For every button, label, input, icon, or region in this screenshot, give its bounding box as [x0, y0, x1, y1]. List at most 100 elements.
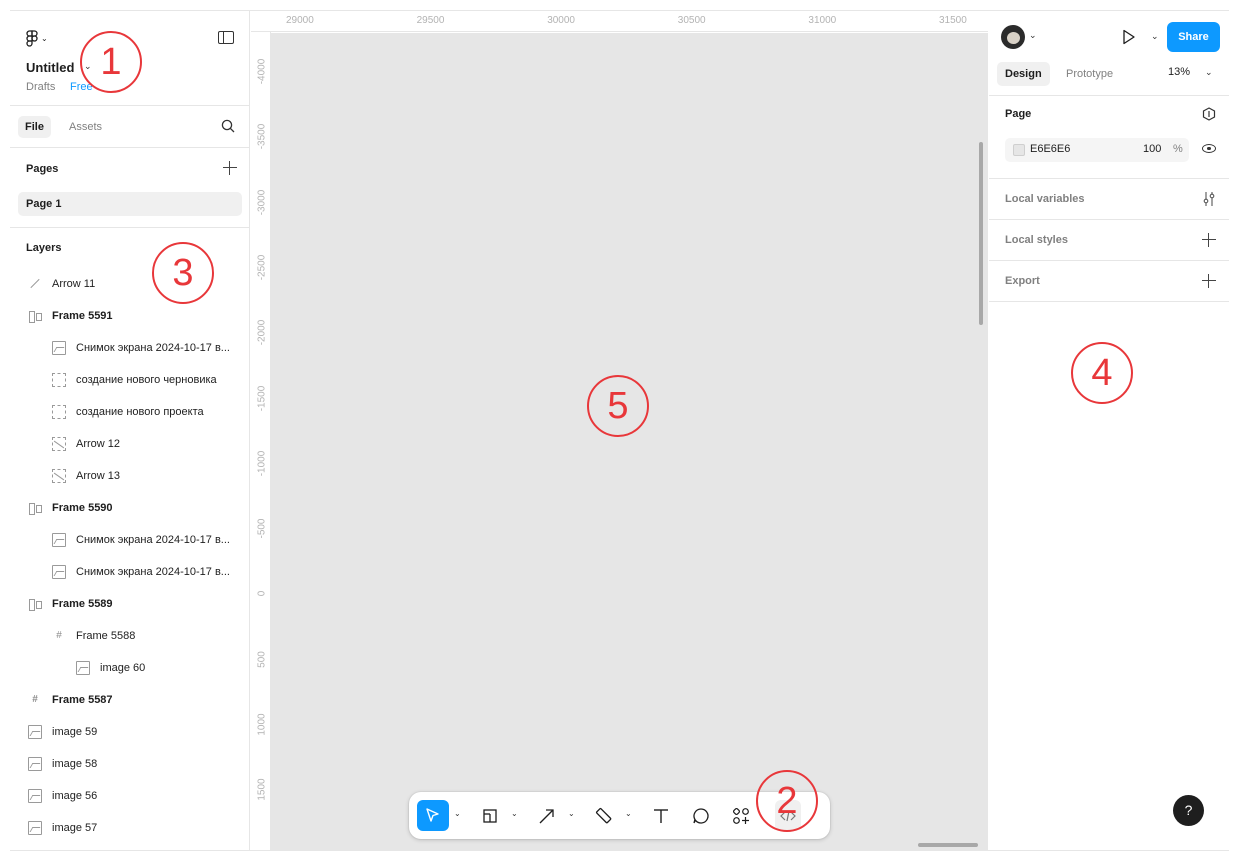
ruler-tick-label: -3000 — [256, 189, 268, 215]
color-swatch[interactable] — [1013, 144, 1025, 156]
frame-tool-button[interactable] — [477, 800, 503, 831]
chevron-down-icon[interactable]: ⌄ — [568, 809, 575, 818]
pen-icon — [595, 807, 612, 823]
ruler-tick-label: -2500 — [256, 254, 268, 281]
frame-icon: # — [56, 630, 62, 641]
canvas[interactable] — [271, 33, 988, 850]
annotation-1: 1 — [80, 31, 142, 93]
page-item[interactable]: Page 1 — [18, 192, 242, 216]
avatar[interactable] — [1001, 25, 1025, 49]
layer-row[interactable]: Arrow 13 — [10, 460, 249, 492]
eye-icon[interactable] — [1202, 144, 1216, 153]
add-page-icon[interactable] — [223, 161, 237, 175]
frame-icon — [483, 808, 497, 823]
annotation-2: 2 — [756, 770, 818, 832]
layers-title: Layers — [26, 242, 62, 254]
layer-row[interactable]: Снимок экрана 2024-10-17 в... — [10, 332, 249, 364]
layer-row[interactable]: Arrow 12 — [10, 428, 249, 460]
annotation-3: 3 — [152, 242, 214, 304]
frame-icon: # — [32, 694, 38, 705]
pen-tool-button[interactable] — [591, 800, 617, 831]
page-color-hex[interactable]: E6E6E6 — [1030, 143, 1070, 155]
ruler-left: -4000 -3500 -3000 -2500 -2000 -1500 -1000 -500 0… — [251, 32, 271, 850]
pages-section: Pages Page 1 — [10, 148, 249, 228]
page-color-field[interactable]: E6E6E6 100 % — [1005, 138, 1189, 162]
file-location[interactable]: Drafts — [26, 81, 55, 93]
layer-row[interactable]: создание нового черновика — [10, 364, 249, 396]
layer-row[interactable]: Снимок экрана 2024-10-17 в... — [10, 556, 249, 588]
arrow-icon — [52, 469, 66, 483]
chevron-down-icon[interactable]: ⌄ — [511, 809, 518, 818]
tab-file[interactable]: File — [18, 116, 51, 138]
arrow-icon — [52, 437, 66, 451]
page-opacity[interactable]: 100 — [1143, 143, 1161, 155]
add-style-icon[interactable] — [1202, 233, 1216, 247]
layer-row[interactable]: # Frame 5587 — [10, 684, 249, 716]
layer-row[interactable]: image 60 — [10, 652, 249, 684]
actions-tool-button[interactable] — [728, 800, 754, 831]
figma-logo-icon — [26, 29, 38, 47]
add-export-icon[interactable] — [1202, 274, 1216, 288]
left-tabs: File Assets — [10, 106, 249, 148]
chevron-down-icon[interactable]: ⌄ — [454, 809, 461, 818]
layer-row[interactable]: # Frame 5588 — [10, 620, 249, 652]
layer-row[interactable]: Frame 5589 — [10, 588, 249, 620]
zoom-level[interactable]: 13% — [1168, 66, 1190, 78]
divider — [989, 219, 1229, 220]
layer-row[interactable]: Frame 5591 — [10, 300, 249, 332]
layer-row[interactable]: image 59 — [10, 716, 249, 748]
cursor-icon — [426, 807, 439, 822]
export-title[interactable]: Export — [1005, 275, 1040, 287]
page-section-title: Page — [1005, 108, 1032, 120]
comment-icon — [693, 807, 709, 824]
chevron-down-icon: ⌄ — [41, 33, 48, 43]
chevron-down-icon[interactable]: ⌄ — [1151, 31, 1159, 42]
arrow-tool-button[interactable] — [534, 800, 560, 831]
layer-row[interactable]: Arrow 11 — [10, 268, 249, 300]
share-button[interactable]: Share — [1167, 22, 1220, 52]
ruler-tick-label: 1500 — [256, 778, 268, 801]
tab-design[interactable]: Design — [997, 62, 1050, 86]
horizontal-scrollbar[interactable] — [918, 843, 978, 847]
layer-row[interactable]: image 58 — [10, 748, 249, 780]
main-menu-button[interactable]: ⌄ — [26, 29, 54, 47]
file-title[interactable]: Untitled — [26, 60, 74, 75]
ruler-tick-label: -3500 — [256, 124, 268, 150]
vertical-scrollbar[interactable] — [979, 142, 983, 325]
layer-row[interactable]: создание нового проекта — [10, 396, 249, 428]
sliders-icon[interactable] — [1202, 191, 1216, 207]
local-variables-title[interactable]: Local variables — [1005, 193, 1085, 205]
sidebar-toggle-icon[interactable] — [218, 31, 234, 44]
image-icon — [28, 757, 42, 771]
image-icon — [76, 661, 90, 675]
shield-icon[interactable] — [1202, 107, 1216, 121]
layer-label: image 60 — [100, 662, 146, 674]
local-styles-title[interactable]: Local styles — [1005, 234, 1068, 246]
layer-label: Frame 5589 — [52, 598, 113, 610]
chevron-down-icon[interactable]: ⌄ — [1029, 30, 1037, 41]
layer-row[interactable]: image 57 — [10, 812, 249, 844]
layer-label: Arrow 13 — [76, 470, 121, 482]
chevron-down-icon[interactable]: ⌄ — [625, 809, 632, 818]
comment-tool-button[interactable] — [688, 800, 714, 831]
chevron-down-icon[interactable]: ⌄ — [1205, 67, 1213, 78]
tab-assets[interactable]: Assets — [62, 116, 109, 138]
ruler-tick-label: -1000 — [256, 450, 268, 477]
text-tool-button[interactable] — [648, 800, 674, 831]
ruler-tick-label: -500 — [256, 518, 268, 539]
image-icon — [28, 789, 42, 803]
ruler-tick-label: 0 — [256, 591, 268, 597]
play-icon[interactable] — [1122, 29, 1136, 45]
layer-row[interactable]: Снимок экрана 2024-10-17 в... — [10, 524, 249, 556]
tab-prototype[interactable]: Prototype — [1058, 62, 1121, 86]
pages-title: Pages — [26, 163, 59, 175]
ruler-tick-label: 1000 — [256, 713, 268, 736]
layer-row[interactable]: image 56 — [10, 780, 249, 812]
move-tool-button[interactable] — [417, 800, 449, 831]
ruler-tick-label: 500 — [256, 650, 268, 668]
layer-label: создание нового черновика — [76, 374, 217, 386]
layer-row[interactable]: Frame 5590 — [10, 492, 249, 524]
layer-label: Снимок экрана 2024-10-17 в... — [76, 342, 230, 354]
help-button[interactable]: ? — [1173, 795, 1204, 826]
search-icon[interactable] — [221, 119, 235, 133]
